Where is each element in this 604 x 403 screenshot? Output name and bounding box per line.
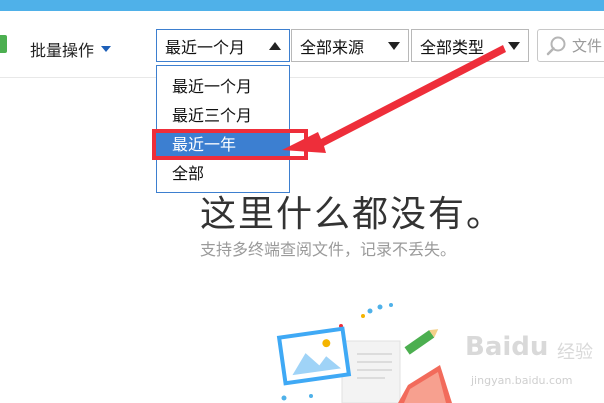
empty-state-title: 这里什么都没有。 — [200, 194, 505, 235]
watermark-url: jingyan.baidu.com — [471, 374, 573, 387]
watermark-text: 经验 — [557, 342, 593, 363]
annotation-highlight-box — [152, 129, 308, 160]
empty-illustration — [276, 303, 452, 403]
watermark: Baidu 经验 jingyan.baidu.com — [465, 332, 604, 402]
empty-state-subtitle: 支持多终端查阅文件，记录不丢失。 — [200, 240, 457, 259]
annotation-arrow — [282, 45, 506, 153]
baidu-logo: Baidu — [465, 332, 549, 362]
